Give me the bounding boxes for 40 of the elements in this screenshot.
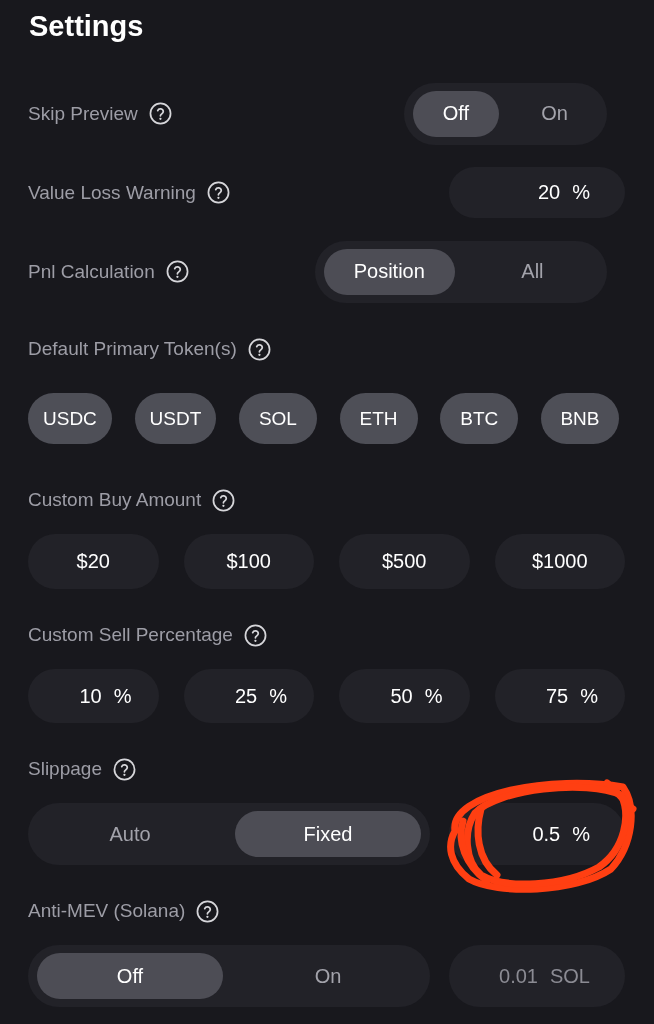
token-chip[interactable]: BTC	[440, 393, 519, 444]
amount-button[interactable]: $1000	[494, 534, 625, 589]
token-chip[interactable]: SOL	[238, 393, 317, 444]
token-chip[interactable]: USDC	[28, 393, 112, 444]
setting-label: Pnl Calculation	[28, 259, 155, 284]
segment-option[interactable]: Off	[412, 90, 500, 137]
segment-option[interactable]: All	[466, 248, 598, 295]
amount-button[interactable]: $100	[183, 534, 314, 589]
segment-option[interactable]: Fixed	[235, 811, 421, 857]
amount-button[interactable]: $500	[339, 534, 470, 589]
setting-label: Skip Preview	[28, 101, 138, 126]
token-chip[interactable]: ETH	[339, 393, 418, 444]
help-icon[interactable]	[165, 260, 189, 283]
help-icon[interactable]	[243, 623, 267, 647]
value-field[interactable]: 20 %	[449, 167, 625, 218]
segment-option[interactable]: Auto	[37, 811, 223, 857]
help-icon[interactable]	[206, 181, 230, 204]
setting-label: Default Primary Token(s)	[28, 337, 237, 361]
segment-option[interactable]: Position	[323, 248, 455, 295]
help-icon[interactable]	[212, 488, 236, 512]
segment-option[interactable]: Off	[37, 953, 223, 999]
setting-label: Value Loss Warning	[28, 180, 196, 205]
segment-option[interactable]: On	[511, 90, 598, 137]
value-field[interactable]: 50 %	[339, 669, 470, 723]
value-field[interactable]: 10 %	[28, 669, 159, 723]
page-title: Settings	[29, 9, 145, 44]
help-icon[interactable]	[112, 757, 136, 781]
setting-label: Custom Buy Amount	[28, 488, 202, 512]
amount-button[interactable]: $20	[28, 534, 159, 589]
token-chip[interactable]: USDT	[134, 393, 217, 444]
value-field[interactable]: 25 %	[183, 669, 314, 723]
value-field[interactable]: 75 %	[494, 669, 625, 723]
help-icon[interactable]	[247, 337, 271, 361]
help-icon[interactable]	[196, 899, 220, 923]
segment-option[interactable]: On	[235, 953, 421, 999]
setting-label: Custom Sell Percentage	[28, 623, 233, 647]
help-icon[interactable]	[148, 102, 172, 125]
setting-label: Anti-MEV (Solana)	[28, 899, 186, 923]
setting-label: Slippage	[28, 757, 102, 781]
token-chip[interactable]: BNB	[540, 393, 619, 444]
